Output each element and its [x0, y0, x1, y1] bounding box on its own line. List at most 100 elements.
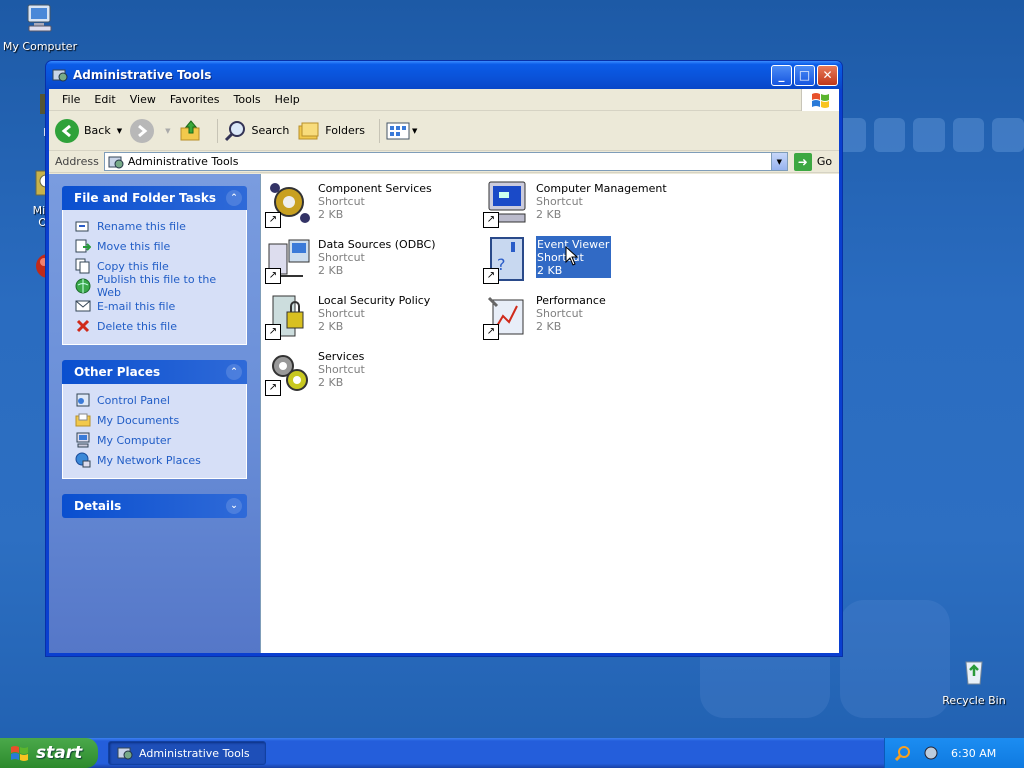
title-bar[interactable]: Administrative Tools _ □ ✕: [46, 61, 842, 89]
address-bar: Address Administrative Tools ▼ ➜ Go: [49, 151, 839, 173]
menu-edit[interactable]: Edit: [87, 93, 122, 106]
task-move[interactable]: Move this file: [75, 236, 236, 256]
desktop-icon-my-computer[interactable]: My Computer: [0, 2, 80, 53]
file-size: 2 KB: [318, 208, 344, 221]
back-button[interactable]: Back ▼: [55, 118, 122, 143]
panel-header[interactable]: Details ⌄: [62, 494, 247, 518]
go-button[interactable]: ➜ Go: [793, 152, 832, 171]
shortcut-arrow-icon: ↗: [483, 324, 499, 340]
taskbar-button-label: Administrative Tools: [139, 746, 250, 760]
admin-tools-icon: [108, 156, 124, 168]
clock[interactable]: 6:30 AM: [951, 747, 996, 760]
search-button[interactable]: Search: [224, 119, 290, 143]
event-viewer-icon: ? ↗: [483, 236, 531, 284]
file-type: Shortcut: [318, 251, 365, 264]
chevron-down-icon[interactable]: ▼: [770, 153, 787, 170]
file-size: 2 KB: [537, 264, 563, 277]
windows-logo: [801, 89, 839, 111]
rename-icon: [75, 218, 91, 234]
menu-help[interactable]: Help: [268, 93, 307, 106]
file-size: 2 KB: [318, 376, 344, 389]
search-label: Search: [251, 124, 290, 137]
file-size: 2 KB: [318, 320, 344, 333]
computer-management-icon: ↗: [483, 180, 531, 228]
place-my-computer[interactable]: My Computer: [75, 430, 236, 450]
delete-icon: [75, 318, 91, 334]
task-delete[interactable]: Delete this file: [75, 316, 236, 336]
panel-header[interactable]: Other Places ⌃: [62, 360, 247, 384]
close-button[interactable]: ✕: [817, 64, 838, 86]
menu-view[interactable]: View: [123, 93, 163, 106]
file-size: 2 KB: [536, 208, 562, 221]
admin-tools-icon: [117, 747, 133, 760]
my-computer-icon: [75, 432, 91, 448]
minimize-icon: _: [778, 68, 785, 82]
file-item-services[interactable]: ↗ Services Shortcut 2 KB: [265, 348, 483, 404]
minimize-button[interactable]: _: [771, 64, 792, 86]
task-label: Publish this file to the Web: [97, 273, 217, 299]
file-type: Shortcut: [318, 195, 365, 208]
file-item-performance[interactable]: ↗ Performance Shortcut 2 KB: [483, 292, 701, 348]
my-documents-icon: [75, 412, 91, 428]
views-button[interactable]: ▼: [386, 121, 417, 141]
file-name: Performance: [536, 294, 606, 307]
maximize-icon: □: [798, 68, 811, 82]
task-label: Delete this file: [97, 319, 177, 333]
desktop-icon-recycle-bin[interactable]: Recycle Bin: [934, 656, 1014, 707]
chevron-down-icon[interactable]: ▼: [165, 127, 170, 135]
task-rename[interactable]: Rename this file: [75, 216, 236, 236]
task-email[interactable]: E-mail this file: [75, 296, 236, 316]
desktop-decoration: [834, 118, 1024, 154]
address-input[interactable]: Administrative Tools ▼: [103, 152, 788, 171]
menu-file[interactable]: File: [55, 93, 87, 106]
search-icon[interactable]: [895, 745, 911, 761]
file-item-local-security-policy[interactable]: ↗ Local Security Policy Shortcut 2 KB: [265, 292, 483, 348]
file-item-computer-management[interactable]: ↗ Computer Management Shortcut 2 KB: [483, 180, 701, 236]
taskbar: start Administrative Tools 6:30 AM: [0, 738, 1024, 768]
chevron-down-icon[interactable]: ▼: [117, 127, 122, 135]
panel-header[interactable]: File and Folder Tasks ⌃: [62, 186, 247, 210]
collapse-icon[interactable]: ⌃: [226, 364, 242, 380]
window-body: File Edit View Favorites Tools Help Back…: [49, 89, 839, 653]
file-type: Shortcut: [318, 307, 365, 320]
folders-button[interactable]: Folders: [297, 119, 365, 143]
desktop-icon-label: Recycle Bin: [942, 694, 1006, 707]
collapse-icon[interactable]: ⌃: [226, 190, 242, 206]
expand-icon[interactable]: ⌄: [226, 498, 242, 514]
task-label: Rename this file: [97, 219, 186, 233]
file-item-data-sources[interactable]: ↗ Data Sources (ODBC) Shortcut 2 KB: [265, 236, 483, 292]
shortcut-arrow-icon: ↗: [483, 268, 499, 284]
address-label: Address: [55, 155, 99, 168]
details-panel: Details ⌄: [62, 494, 247, 518]
folders-label: Folders: [325, 124, 366, 137]
file-type: Shortcut: [536, 195, 583, 208]
up-folder-button[interactable]: [179, 119, 203, 143]
start-button[interactable]: start: [0, 738, 98, 768]
copy-icon: [75, 258, 91, 274]
back-label: Back: [84, 124, 111, 137]
place-control-panel[interactable]: Control Panel: [75, 390, 236, 410]
maximize-button[interactable]: □: [794, 64, 815, 86]
place-my-documents[interactable]: My Documents: [75, 410, 236, 430]
file-list: ↗ Component Services Shortcut 2 KB ↗ Compu…: [260, 174, 839, 653]
shortcut-arrow-icon: ↗: [483, 212, 499, 228]
place-label: My Network Places: [97, 453, 201, 467]
system-tray: 6:30 AM: [884, 738, 1024, 768]
task-publish[interactable]: Publish this file to the Web: [75, 273, 236, 299]
chevron-down-icon[interactable]: ▼: [412, 127, 417, 135]
place-network[interactable]: My Network Places: [75, 450, 236, 470]
panel-body: Rename this file Move this file Copy thi…: [62, 210, 247, 345]
file-item-component-services[interactable]: ↗ Component Services Shortcut 2 KB: [265, 180, 483, 236]
shortcut-arrow-icon: ↗: [265, 380, 281, 396]
task-label: E-mail this file: [97, 299, 176, 313]
menu-tools[interactable]: Tools: [227, 93, 268, 106]
window-title: Administrative Tools: [73, 68, 212, 82]
file-size: 2 KB: [536, 320, 562, 333]
file-item-event-viewer[interactable]: ? ↗ Event Viewer Shortcut 2 KB: [483, 236, 701, 292]
taskbar-button-admin-tools[interactable]: Administrative Tools: [108, 741, 266, 765]
menu-favorites[interactable]: Favorites: [163, 93, 227, 106]
network-tray-icon[interactable]: [923, 745, 939, 761]
panel-title: Other Places: [74, 365, 161, 379]
forward-button[interactable]: ▼: [130, 118, 171, 143]
security-policy-icon: ↗: [265, 292, 313, 340]
